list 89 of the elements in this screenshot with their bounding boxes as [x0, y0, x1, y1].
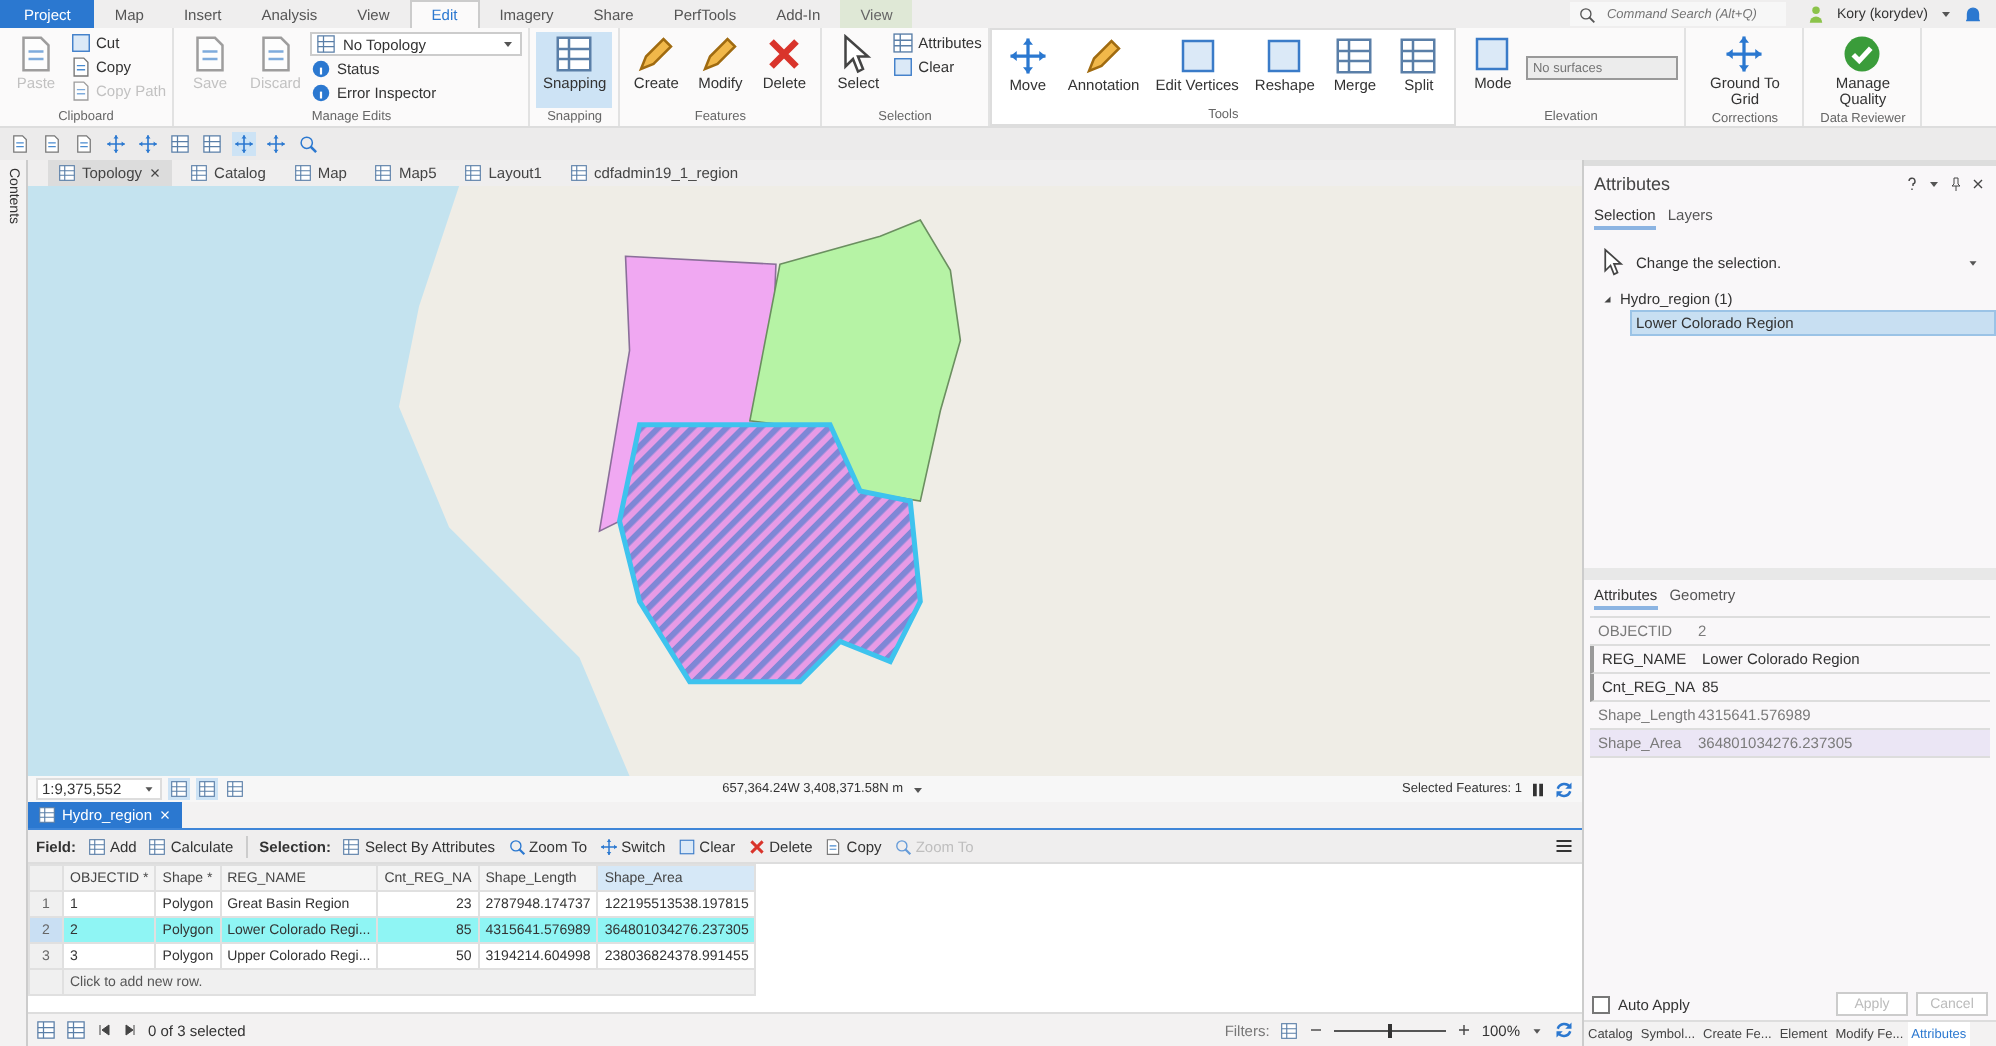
- square-icon: [677, 837, 696, 855]
- grid-icon: [38, 806, 56, 824]
- toolbar-button[interactable]: [40, 132, 64, 156]
- close-icon: [158, 808, 173, 822]
- move-arrows-icon: [599, 837, 618, 855]
- cross-icon: [764, 34, 805, 74]
- magnifier-icon: [893, 837, 912, 855]
- menu-icon: [1554, 836, 1574, 856]
- move-arrows-icon: [106, 134, 126, 154]
- square-icon: [70, 32, 92, 54]
- pencil-icon: [1083, 36, 1124, 76]
- person-icon: [1806, 4, 1827, 24]
- move-arrows-icon: [1007, 36, 1048, 76]
- magnifier-icon: [298, 134, 318, 154]
- first-record-icon: [96, 1022, 112, 1038]
- info-dot-icon: [310, 82, 333, 104]
- expander-triangle-icon: [1600, 292, 1614, 306]
- toolbar-button[interactable]: [200, 132, 224, 156]
- grid-icon: [293, 164, 312, 182]
- move-arrows-icon: [1724, 34, 1765, 74]
- document-icon: [16, 34, 56, 74]
- caret-icon: [141, 782, 156, 796]
- document-icon: [70, 80, 92, 102]
- move-arrows-icon: [138, 134, 158, 154]
- toolbar-button[interactable]: [264, 132, 288, 156]
- toolbar-button[interactable]: [195, 778, 218, 800]
- caret-icon: [1966, 255, 1980, 269]
- grid-icon: [1279, 1021, 1298, 1039]
- document-icon: [824, 837, 843, 855]
- grid-icon: [58, 164, 76, 182]
- document-icon: [10, 134, 30, 154]
- info-dot-icon: [310, 58, 333, 80]
- magnifier-icon: [507, 837, 526, 855]
- next-record-icon: [122, 1022, 138, 1038]
- caret-icon: [500, 36, 517, 52]
- grid-icon: [88, 837, 106, 855]
- refresh-icon: [1554, 779, 1575, 799]
- square-icon: [1264, 36, 1305, 76]
- pencil-icon: [636, 34, 677, 74]
- toolbar-button[interactable]: [8, 132, 32, 156]
- map-drawing[interactable]: [28, 186, 1582, 776]
- grid-icon: [464, 164, 483, 182]
- grid-icon: [148, 837, 167, 855]
- cross-icon: [747, 837, 766, 855]
- grid-icon: [554, 34, 595, 74]
- bell-icon: [1962, 3, 1984, 25]
- grid-icon: [342, 837, 361, 855]
- toolbar-button[interactable]: [167, 778, 190, 800]
- auto-apply-checkbox[interactable]: [1592, 995, 1610, 1013]
- move-arrows-icon: [234, 134, 254, 154]
- grid-icon: [36, 1020, 56, 1040]
- grid-icon: [1334, 36, 1375, 76]
- check-circle-icon: [1842, 34, 1883, 74]
- square-icon: [1177, 36, 1218, 76]
- grid-icon: [1398, 36, 1439, 76]
- grid-icon: [66, 1020, 86, 1040]
- document-icon: [74, 134, 94, 154]
- pin-icon: [1948, 175, 1964, 191]
- toolbar-button[interactable]: [232, 132, 256, 156]
- document-icon: [42, 134, 62, 154]
- pointer-icon: [1600, 248, 1628, 276]
- move-arrows-icon: [266, 134, 286, 154]
- help-icon: [1904, 175, 1920, 191]
- pause-icon: [1528, 779, 1549, 799]
- grid-icon: [190, 164, 209, 182]
- zoom-slider-thumb[interactable]: [1387, 1023, 1392, 1037]
- grid-icon: [374, 164, 393, 182]
- search-icon: [1578, 5, 1597, 23]
- pencil-icon: [700, 34, 741, 74]
- close-icon: [148, 166, 163, 180]
- caret-icon: [1938, 6, 1954, 22]
- grid-icon: [202, 134, 222, 154]
- toolbar-button[interactable]: [223, 778, 246, 800]
- toolbar-button[interactable]: [136, 132, 160, 156]
- toolbar-button[interactable]: [168, 132, 192, 156]
- close-icon: [1970, 175, 1986, 191]
- grid-icon: [170, 134, 190, 154]
- zoom-in-icon: [1455, 1022, 1472, 1038]
- caret-icon: [1530, 1023, 1544, 1037]
- document-icon: [70, 56, 92, 78]
- toolbar-button[interactable]: [104, 132, 128, 156]
- refresh-icon: [1554, 1020, 1574, 1040]
- grid-icon: [316, 34, 337, 54]
- pane-title: Attributes: [1594, 173, 1671, 193]
- square-icon: [1472, 34, 1513, 74]
- toolbar-button[interactable]: [72, 132, 96, 156]
- square-icon: [892, 56, 915, 78]
- grid-icon: [569, 164, 588, 182]
- toolbar-button[interactable]: [296, 132, 320, 156]
